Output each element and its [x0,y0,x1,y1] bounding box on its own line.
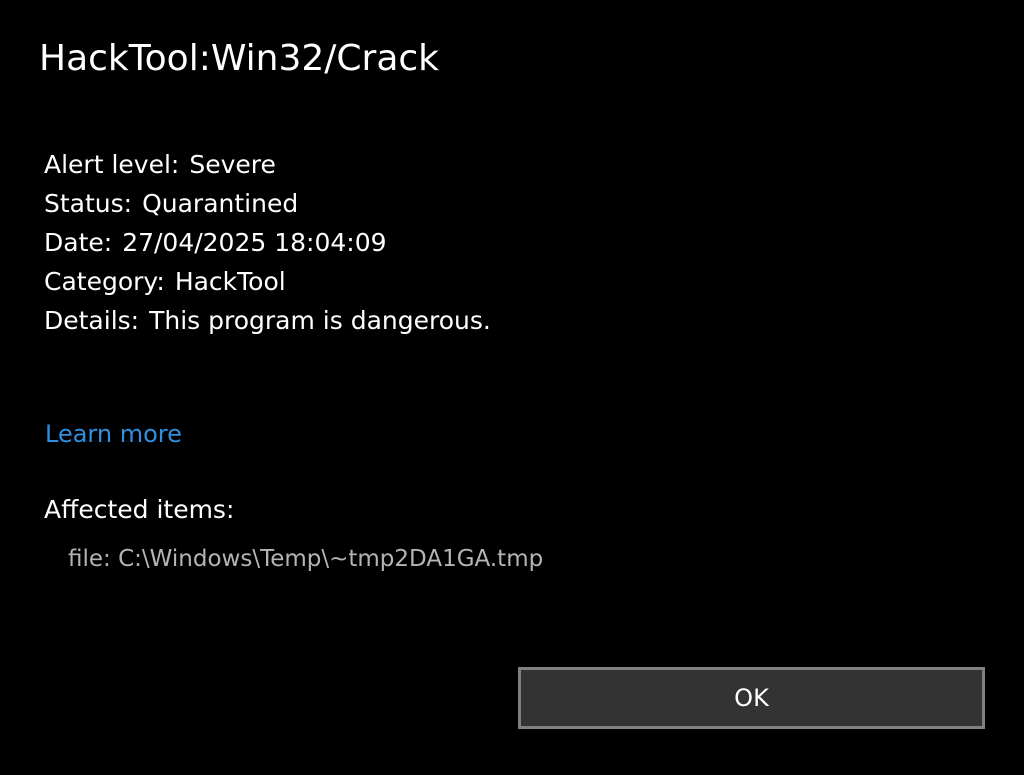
learn-more-link[interactable]: Learn more [45,420,182,448]
detail-label: Category: [44,267,165,296]
detail-label: Details: [44,306,140,335]
threat-details-list: Alert level: Severe Status: Quarantined Da… [44,148,491,343]
detail-label: Alert level: [44,150,180,179]
threat-details-dialog: HackTool:Win32/Crack Alert level: Severe … [0,0,1024,775]
detail-value: 27/04/2025 18:04:09 [122,228,387,257]
affected-items-list: file: C:\Windows\Temp\~tmp2DA1GA.tmp [68,546,543,572]
detail-details: Details: This program is dangerous. [44,304,491,343]
detail-value: Severe [189,150,276,179]
detail-date: Date: 27/04/2025 18:04:09 [44,226,491,265]
affected-item: file: C:\Windows\Temp\~tmp2DA1GA.tmp [68,546,544,572]
affected-items-heading: Affected items: [44,495,235,524]
detail-category: Category: HackTool [44,265,491,304]
detail-value: Quarantined [142,189,299,218]
detail-value: HackTool [174,267,286,296]
threat-title: HackTool:Win32/Crack [39,38,440,79]
detail-alert-level: Alert level: Severe [44,148,491,187]
detail-value: This program is dangerous. [149,306,491,335]
detail-label: Status: [44,189,133,218]
ok-button[interactable]: OK [518,667,985,729]
detail-status: Status: Quarantined [44,187,491,226]
detail-label: Date: [44,228,113,257]
